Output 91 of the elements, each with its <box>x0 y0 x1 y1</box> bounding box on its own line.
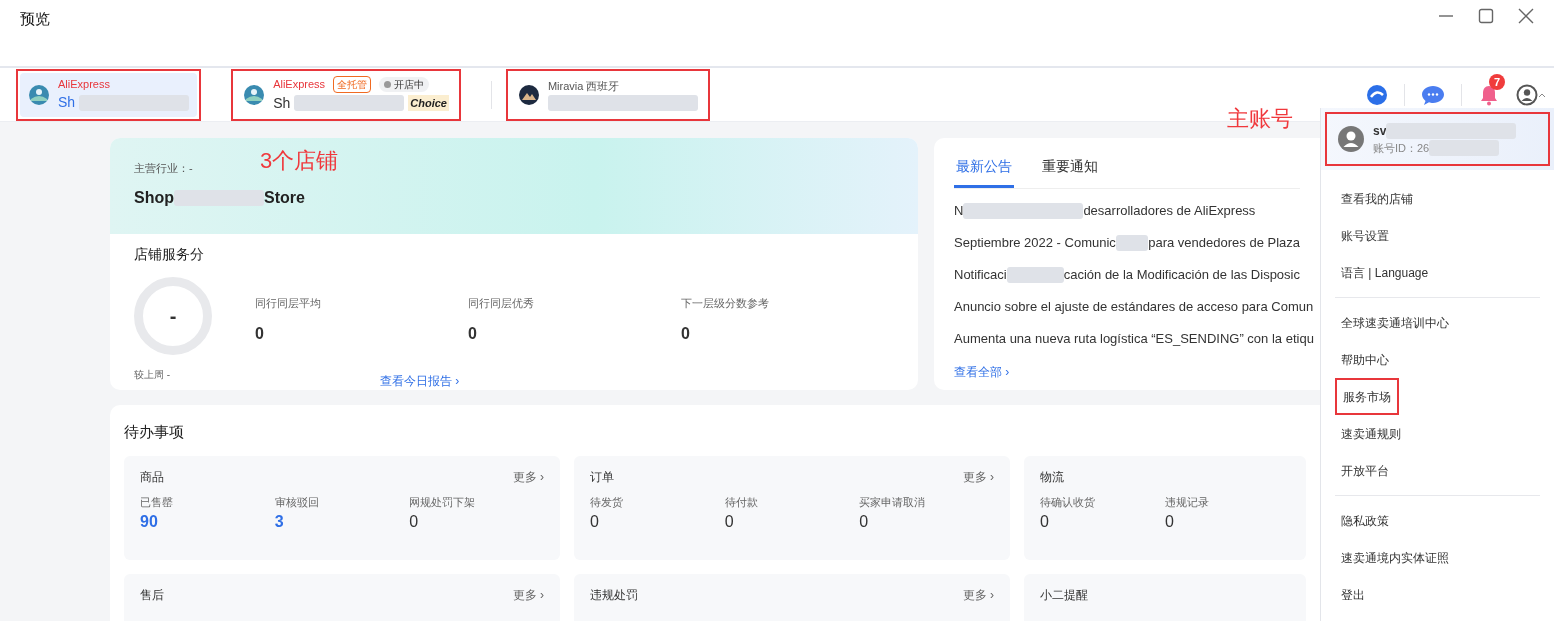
group-title: 小二提醒 <box>1040 586 1088 604</box>
section-title: 店铺服务分 <box>134 245 205 264</box>
username: sv <box>1373 122 1387 140</box>
menu-item[interactable]: 速卖通境内实体证照 <box>1335 539 1455 576</box>
item-count: 0 <box>1165 512 1174 532</box>
notice-text[interactable]: Aumenta una nueva ruta logística “ES_SENDING” con la etiqu <box>954 329 1314 349</box>
item-label: 网规处罚下架 <box>409 494 477 510</box>
section-title: 待办事项 <box>124 422 185 442</box>
more-link[interactable]: 更多 › <box>962 585 994 604</box>
item-count: 0 <box>1040 512 1049 532</box>
menu-item[interactable]: 查看我的店铺 <box>1335 180 1419 217</box>
compare-label: 较上周 - <box>134 368 172 382</box>
store-name: Store <box>264 187 305 208</box>
menu-item[interactable]: 账号设置 <box>1335 217 1395 254</box>
view-all-link[interactable]: 查看全部 › <box>954 363 1010 381</box>
notification-count: 7 <box>1489 73 1506 90</box>
item-count: 0 <box>724 512 734 532</box>
store-avatar-icon <box>517 83 540 106</box>
item-label: 待发货 <box>590 494 624 510</box>
group-title: 违规处罚 <box>590 586 638 604</box>
item-count: 0 <box>859 512 869 532</box>
notice-text[interactable]: cación de la Modificación de las Disposic <box>1063 265 1300 285</box>
menu-item[interactable]: 登出 <box>1335 576 1371 613</box>
annotation-text: 主账号 <box>1227 105 1293 133</box>
menu-item[interactable]: 隐私政策 <box>1335 502 1395 539</box>
more-link[interactable]: 更多 › <box>962 467 994 486</box>
redacted-block <box>1006 267 1064 283</box>
notice-text[interactable]: Notificaci <box>954 265 1007 285</box>
notice-tab[interactable]: 重要通知 <box>1040 152 1100 188</box>
caret-icon[interactable] <box>1538 91 1546 98</box>
report-link[interactable]: 查看今日报告 › <box>380 371 460 390</box>
platform-label: AliExpress <box>58 76 110 92</box>
menu-item[interactable]: 开放平台 <box>1335 452 1395 489</box>
notice-tab[interactable]: 最新公告 <box>954 152 1014 188</box>
annotation-text: 3个店铺 <box>260 147 339 175</box>
status-badge: 开店中 <box>379 76 430 92</box>
store-tag: 全托管 <box>333 75 372 93</box>
window-title: 预览 <box>20 9 50 29</box>
score-value: - <box>169 304 177 329</box>
redacted-block <box>1115 235 1149 251</box>
chat-icon[interactable] <box>1421 83 1445 106</box>
account-id: 账号ID：26 <box>1373 140 1430 156</box>
stat-value: 0 <box>681 323 691 344</box>
stat-value: 0 <box>255 323 265 344</box>
group-title: 订单 <box>590 468 614 486</box>
stat-label: 同行同层平均 <box>255 296 322 311</box>
item-label: 待确认收货 <box>1040 494 1096 510</box>
store-tab[interactable]: AliExpress 全托管 开店中 Sh Choice <box>235 72 457 117</box>
stat-label: 同行同层优秀 <box>468 296 535 311</box>
group-title: 商品 <box>140 468 164 486</box>
store-tab[interactable]: AliExpress Sh <box>20 72 198 117</box>
store-name: Shop <box>134 187 174 208</box>
stat-label: 下一层级分数参考 <box>681 296 770 311</box>
notice-text[interactable]: Septiembre 2022 - Comunic <box>954 233 1116 253</box>
menu-item[interactable]: 全球速卖通培训中心 <box>1335 304 1455 341</box>
item-label: 违规记录 <box>1165 494 1210 510</box>
group-title: 物流 <box>1040 468 1064 486</box>
item-label: 审核驳回 <box>274 494 320 510</box>
group-title: 售后 <box>140 586 164 604</box>
notice-text[interactable]: para vendedores de Plaza <box>1148 233 1300 253</box>
item-count: 0 <box>409 512 419 532</box>
store-name: Sh <box>273 93 291 113</box>
avatar-icon <box>1337 125 1365 153</box>
item-count: 0 <box>590 512 599 532</box>
menu-item[interactable]: 服务市场 <box>1335 378 1399 415</box>
item-label: 待付款 <box>724 494 759 510</box>
platform-label: Miravia 西班牙 <box>547 79 620 95</box>
item-count[interactable]: 3 <box>274 510 284 534</box>
item-label: 已售罄 <box>140 494 174 510</box>
platform-label: AliExpress <box>273 76 326 92</box>
maximize-icon[interactable] <box>1478 8 1494 24</box>
choice-logo: Choice <box>408 94 449 112</box>
store-avatar-icon <box>28 83 50 106</box>
menu-item[interactable]: 语言 | Language <box>1335 254 1435 291</box>
menu-item[interactable]: 帮助中心 <box>1335 341 1395 378</box>
menu-item[interactable]: 速卖通规则 <box>1335 415 1407 452</box>
notice-text[interactable]: Anuncio sobre el ajuste de estándares de acceso para Comun <box>954 297 1314 317</box>
industry-label: 主营行业：- <box>134 161 193 176</box>
more-link[interactable]: 更多 › <box>512 467 544 486</box>
stat-value: 0 <box>468 323 478 344</box>
item-count[interactable]: 90 <box>140 510 158 534</box>
store-name: Sh <box>58 93 76 113</box>
browser-icon[interactable] <box>1366 83 1388 106</box>
more-link[interactable]: 更多 › <box>512 585 544 604</box>
store-tab[interactable]: Miravia 西班牙 <box>509 72 706 117</box>
close-icon[interactable] <box>1518 8 1534 24</box>
user-icon[interactable] <box>1516 83 1538 106</box>
notice-text[interactable]: desarrolladores de AliExpress <box>1083 201 1256 221</box>
item-label: 买家申请取消 <box>859 494 927 510</box>
store-avatar-icon <box>243 83 266 106</box>
notice-text[interactable]: N <box>954 201 964 221</box>
